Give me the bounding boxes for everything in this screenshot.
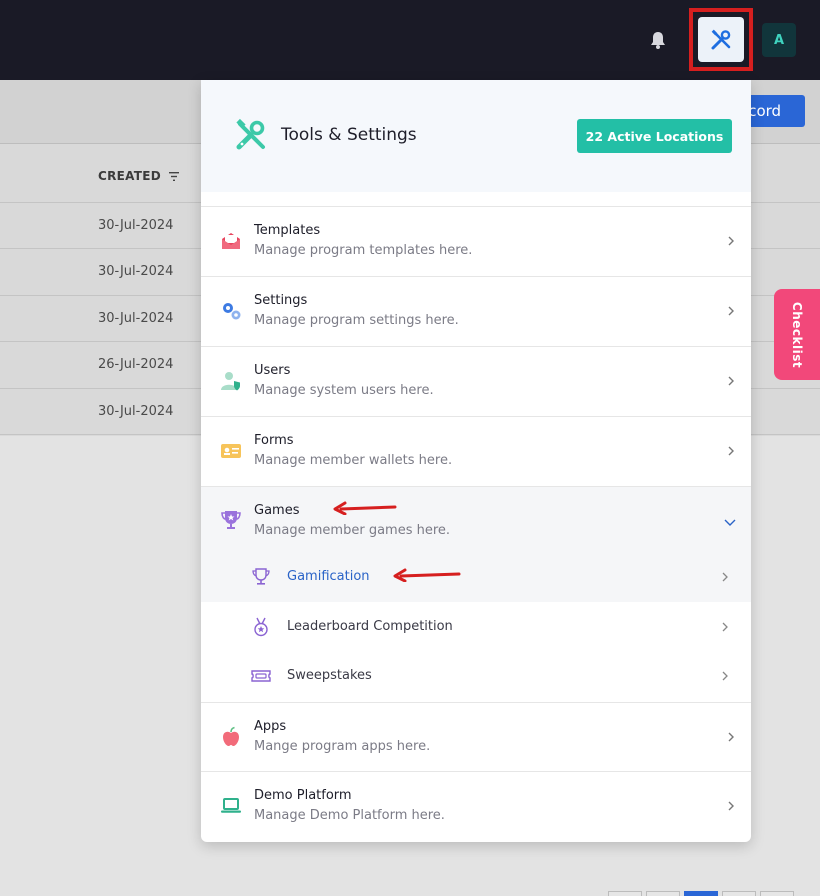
chevron-right-icon xyxy=(722,622,728,632)
gears-icon xyxy=(223,303,241,320)
column-header-created[interactable]: CREATED xyxy=(98,169,180,183)
chevron-right-icon xyxy=(728,446,734,456)
chevron-right-icon xyxy=(722,572,728,582)
menu-item-subtitle: Manage Demo Platform here. xyxy=(254,808,445,823)
menu-item-games[interactable]: Games Manage member games here. xyxy=(201,486,751,556)
table-cell-created: 30-Jul-2024 xyxy=(98,264,174,279)
menu-item-title: Apps xyxy=(254,719,287,734)
active-locations-button[interactable]: 22 Active Locations xyxy=(577,119,732,153)
menu-item-title: Games xyxy=(254,503,300,518)
chevron-right-icon xyxy=(728,732,734,742)
id-card-icon xyxy=(221,444,241,458)
bell-icon[interactable] xyxy=(648,30,668,50)
submenu-item-label: Sweepstakes xyxy=(287,668,372,683)
top-navbar: A xyxy=(0,0,820,80)
menu-item-subtitle: Manage system users here. xyxy=(254,383,434,398)
tools-icon xyxy=(236,118,265,150)
tools-settings-dropdown: Tools & Settings 22 Active Locations Tem… xyxy=(201,80,751,842)
laptop-icon xyxy=(221,798,241,813)
annotation-arrow-icon xyxy=(333,501,397,515)
submenu-item-label: Gamification xyxy=(287,569,370,584)
table-cell-created: 30-Jul-2024 xyxy=(98,404,174,419)
submenu-item-gamification[interactable]: Gamification xyxy=(201,552,751,602)
menu-item-title: Users xyxy=(254,363,291,378)
menu-item-title: Forms xyxy=(254,433,294,448)
annotation-arrow-icon xyxy=(393,568,461,582)
submenu-item-label: Leaderboard Competition xyxy=(287,619,453,634)
menu-item-title: Settings xyxy=(254,293,308,308)
chevron-right-icon xyxy=(728,801,734,811)
submenu-item-leaderboard[interactable]: Leaderboard Competition xyxy=(201,602,751,652)
trophy-outline-icon xyxy=(252,568,270,585)
menu-item-demo-platform[interactable]: Demo Platform Manage Demo Platform here. xyxy=(201,771,751,842)
table-cell-created: 30-Jul-2024 xyxy=(98,311,174,326)
menu-item-users[interactable]: Users Manage system users here. xyxy=(201,346,751,416)
table-cell-created: 26-Jul-2024 xyxy=(98,357,174,372)
checklist-label: Checklist xyxy=(790,301,804,368)
menu-item-apps[interactable]: Apps Mange program apps here. xyxy=(201,702,751,772)
menu-item-subtitle: Manage program settings here. xyxy=(254,313,459,328)
tools-settings-button[interactable] xyxy=(698,17,744,62)
user-avatar[interactable]: A xyxy=(762,23,796,57)
menu-item-title: Demo Platform xyxy=(254,788,352,803)
menu-item-title: Templates xyxy=(254,223,321,238)
menu-item-subtitle: Manage program templates here. xyxy=(254,243,473,258)
menu-item-subtitle: Mange program apps here. xyxy=(254,739,431,754)
envelope-icon xyxy=(222,233,240,249)
apple-icon xyxy=(223,726,239,746)
tools-icon xyxy=(711,29,731,49)
chevron-right-icon xyxy=(728,236,734,246)
menu-item-subtitle: Manage member games here. xyxy=(254,523,451,538)
checklist-tab[interactable]: Checklist xyxy=(774,289,820,380)
user-shield-icon xyxy=(221,372,240,391)
menu-item-subtitle: Manage member wallets here. xyxy=(254,453,453,468)
chevron-right-icon xyxy=(728,376,734,386)
pagination-button[interactable] xyxy=(646,891,680,896)
filter-icon[interactable] xyxy=(169,171,180,181)
menu-item-forms[interactable]: Forms Manage member wallets here. xyxy=(201,416,751,486)
pagination-button[interactable] xyxy=(608,891,642,896)
chevron-right-icon xyxy=(728,306,734,316)
pagination-button[interactable] xyxy=(760,891,794,896)
ticket-icon xyxy=(251,670,271,682)
pagination-button-active[interactable] xyxy=(684,891,718,896)
dropdown-header: Tools & Settings 22 Active Locations xyxy=(201,80,751,192)
trophy-icon xyxy=(221,511,241,529)
menu-item-templates[interactable]: Templates Manage program templates here. xyxy=(201,206,751,276)
table-cell-created: 30-Jul-2024 xyxy=(98,218,174,233)
submenu-item-sweepstakes[interactable]: Sweepstakes xyxy=(201,651,751,701)
column-header-label: CREATED xyxy=(98,169,162,183)
chevron-down-icon xyxy=(724,519,736,526)
pagination-button[interactable] xyxy=(722,891,756,896)
dropdown-title: Tools & Settings xyxy=(281,125,417,145)
chevron-right-icon xyxy=(722,671,728,681)
medal-icon xyxy=(254,617,268,637)
menu-item-settings[interactable]: Settings Manage program settings here. xyxy=(201,276,751,346)
